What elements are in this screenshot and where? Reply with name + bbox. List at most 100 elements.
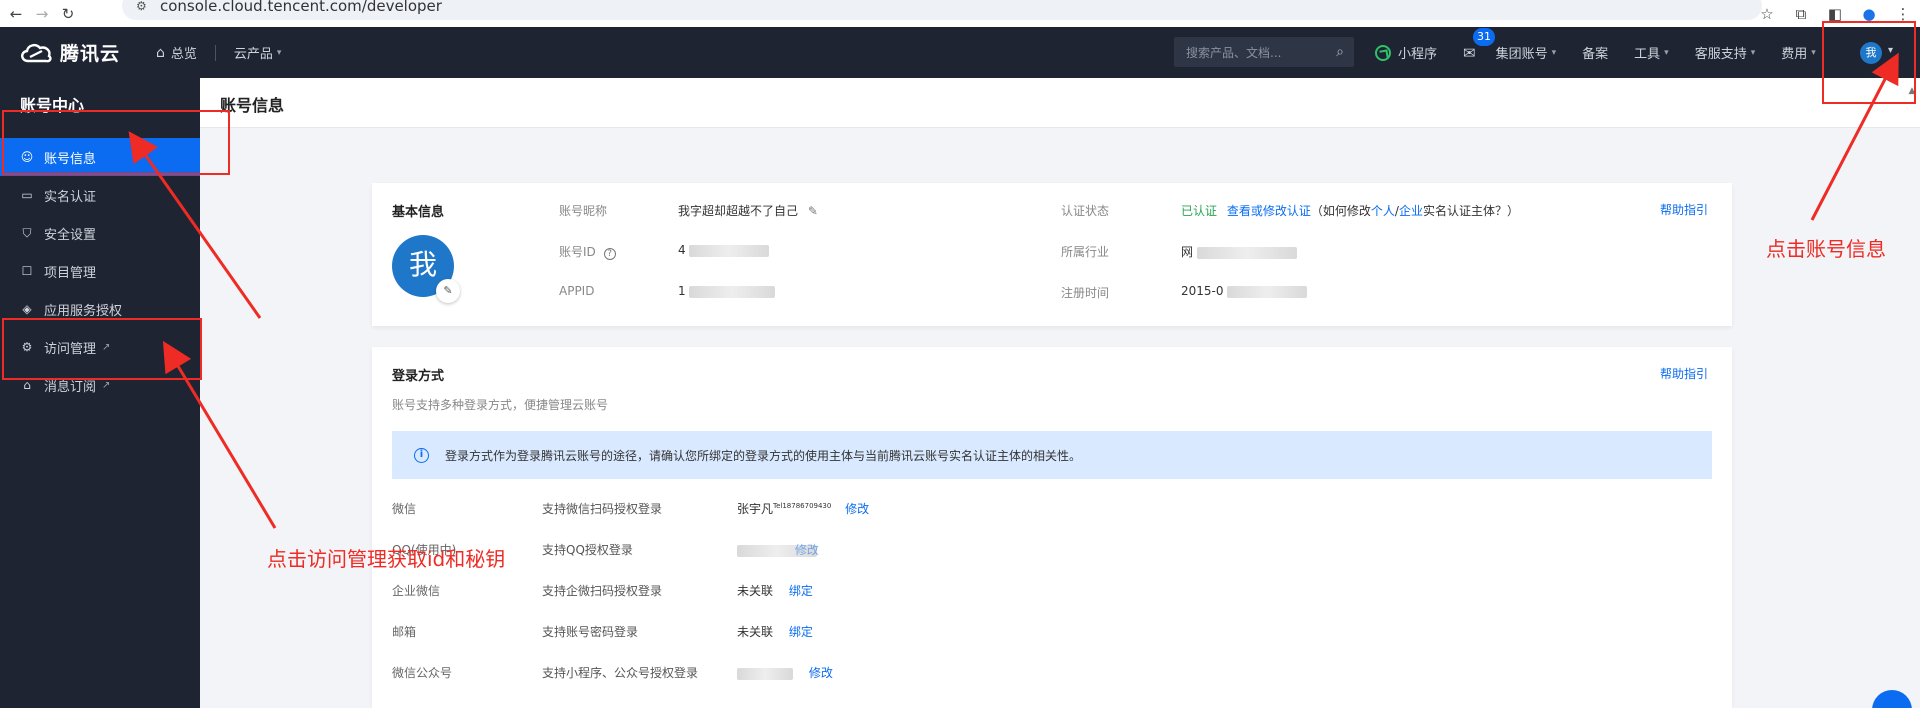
search-placeholder: 搜索产品、文档... bbox=[1186, 45, 1282, 60]
login-row-value: 修改 bbox=[737, 541, 819, 558]
chevron-down-icon: ▾ bbox=[1750, 47, 1756, 58]
auth-company-link[interactable]: 企业 bbox=[1399, 204, 1423, 218]
basic-info-help-link[interactable]: 帮助指引 bbox=[1660, 201, 1708, 218]
sidebar-item-label: 应用服务授权 bbox=[44, 303, 123, 319]
reload-icon[interactable]: ↻ bbox=[58, 4, 78, 24]
account-id-label: 账号ID ? bbox=[559, 243, 616, 260]
appid-value: 1 bbox=[678, 284, 776, 298]
browser-menu-icon[interactable]: ⋮ bbox=[1886, 5, 1920, 23]
mini-program-icon bbox=[1375, 44, 1391, 61]
sidebar-item-security[interactable]: ⛉ 安全设置 bbox=[0, 214, 200, 252]
brand-logo[interactable]: 腾讯云 bbox=[18, 39, 134, 66]
sidepanel-icon[interactable]: ◧ bbox=[1818, 5, 1852, 23]
chevron-down-icon: ▾ bbox=[1664, 47, 1669, 58]
login-methods-title: 登录方式 bbox=[392, 369, 445, 384]
login-notice-banner: i 登录方式作为登录腾讯云账号的途径，请确认您所绑定的登录方式的使用主体与当前腾… bbox=[392, 431, 1712, 479]
filing-label: 备案 bbox=[1582, 47, 1609, 62]
billing-menu[interactable]: 费用 ▾ bbox=[1781, 43, 1816, 62]
nickname-text: 我字超却超越不了自己 bbox=[678, 204, 799, 218]
billing-label: 费用 bbox=[1781, 47, 1808, 62]
cloud-logo-icon bbox=[21, 43, 52, 62]
search-icon[interactable]: ⌕ bbox=[1336, 44, 1344, 60]
mail-button[interactable]: ✉ 31 bbox=[1463, 27, 1496, 62]
appid-text: 1 bbox=[678, 284, 686, 298]
address-bar[interactable]: ⚙ console.cloud.tencent.com/developer bbox=[122, 0, 1762, 20]
bind-wework-link[interactable]: 绑定 bbox=[789, 584, 813, 598]
chevron-down-icon: ▾ bbox=[1551, 47, 1557, 58]
id-card-icon: ▭ bbox=[21, 188, 33, 202]
bind-email-link[interactable]: 绑定 bbox=[789, 625, 813, 639]
sidebar-item-label: 安全设置 bbox=[44, 227, 97, 243]
auth-hint-pre: （如何修改 bbox=[1310, 204, 1371, 218]
brand-name: 腾讯云 bbox=[60, 43, 121, 65]
auth-personal-link[interactable]: 个人 bbox=[1371, 204, 1395, 218]
login-row-value: 张宇凡Tel18786709430 修改 bbox=[737, 500, 869, 517]
console-header: 腾讯云 ⌂ 总览 云产品 ▾ 搜索产品、文档... ⌕ 小程序 ✉ 31 集团账… bbox=[0, 27, 1920, 78]
back-icon[interactable]: ← bbox=[6, 4, 26, 24]
wechat-name: 张宇凡 bbox=[737, 502, 774, 516]
login-help-link[interactable]: 帮助指引 bbox=[1660, 365, 1708, 382]
mini-program-link[interactable]: 小程序 bbox=[1375, 43, 1437, 62]
login-row-label: 微信公众号 bbox=[392, 666, 453, 680]
annotation-access-text: 点击访问管理获取id和秘钥 bbox=[267, 547, 506, 571]
filing-link[interactable]: 备案 bbox=[1582, 43, 1608, 62]
modify-official-account-link[interactable]: 修改 bbox=[809, 666, 833, 680]
sidebar-item-projects[interactable]: ☐ 项目管理 bbox=[0, 252, 200, 290]
chevron-down-icon: ▾ bbox=[1811, 47, 1816, 58]
profile-icon[interactable]: ● bbox=[1852, 5, 1886, 23]
basic-info-title: 基本信息 bbox=[392, 205, 445, 220]
tools-label: 工具 bbox=[1634, 47, 1661, 62]
extensions-icon[interactable]: ⧉ bbox=[1784, 5, 1818, 23]
annotation-account-info-text: 点击账号信息 bbox=[1766, 237, 1886, 261]
bookmark-star-icon[interactable]: ☆ bbox=[1750, 5, 1784, 23]
modify-wechat-link[interactable]: 修改 bbox=[845, 502, 869, 516]
nickname-value: 我字超却超越不了自己 ✎ bbox=[678, 202, 818, 219]
support-menu[interactable]: 客服支持 ▾ bbox=[1695, 43, 1756, 62]
email-status: 未关联 bbox=[737, 625, 774, 639]
auth-status-label: 认证状态 bbox=[1061, 204, 1110, 218]
wechat-tag: Tel18786709430 bbox=[773, 502, 832, 510]
login-row-label: 微信 bbox=[392, 502, 417, 516]
tools-menu[interactable]: 工具 ▾ bbox=[1634, 43, 1669, 62]
home-icon: ⌂ bbox=[156, 44, 165, 61]
mail-count-badge: 31 bbox=[1473, 27, 1496, 46]
layers-icon: ◈ bbox=[22, 302, 32, 316]
blurred-official-account bbox=[737, 667, 793, 680]
chat-support-button[interactable] bbox=[1872, 690, 1912, 708]
auth-hint-post: 实名认证主体？） bbox=[1422, 204, 1519, 218]
login-row-desc: 支持小程序、公众号授权登录 bbox=[542, 666, 699, 680]
help-circle-icon[interactable]: ? bbox=[603, 248, 616, 260]
sidebar-item-label: 项目管理 bbox=[44, 265, 97, 281]
site-settings-icon[interactable]: ⚙ bbox=[136, 0, 150, 13]
modify-qq-link[interactable]: 修改 bbox=[795, 543, 819, 557]
register-time-value: 2015-0 bbox=[1181, 284, 1308, 298]
modify-auth-link[interactable]: 查看或修改认证 bbox=[1227, 204, 1311, 218]
register-time-text: 2015-0 bbox=[1181, 284, 1224, 298]
search-input[interactable]: 搜索产品、文档... ⌕ bbox=[1174, 37, 1354, 67]
login-row-value: 未关联 绑定 bbox=[737, 582, 813, 599]
blurred-appid bbox=[689, 285, 776, 298]
account-id-label-text: 账号ID bbox=[559, 245, 596, 259]
annotation-box-avatar bbox=[1822, 21, 1916, 104]
blurred-account-id bbox=[689, 244, 770, 257]
login-row-label: 企业微信 bbox=[392, 584, 441, 598]
login-notice-text: 登录方式作为登录腾讯云账号的途径，请确认您所绑定的登录方式的使用主体与当前腾讯云… bbox=[445, 448, 1082, 463]
subscribe-icon: ⌂ bbox=[23, 378, 31, 392]
appid-label: APPID bbox=[559, 284, 595, 298]
wework-status: 未关联 bbox=[737, 584, 774, 598]
group-account-menu[interactable]: 集团账号 ▾ bbox=[1496, 43, 1557, 62]
industry-text: 网 bbox=[1181, 245, 1194, 259]
login-row-desc: 支持微信扫码授权登录 bbox=[542, 502, 663, 516]
forward-icon[interactable]: → bbox=[32, 4, 52, 24]
login-methods-subtitle: 账号支持多种登录方式，便捷管理云账号 bbox=[392, 398, 609, 412]
products-menu[interactable]: 云产品 ▾ bbox=[234, 43, 282, 62]
edit-nickname-icon[interactable]: ✎ bbox=[808, 204, 818, 218]
annotation-box-access-management bbox=[2, 318, 202, 380]
overview-link[interactable]: ⌂ 总览 bbox=[156, 43, 197, 63]
sidebar-item-real-name[interactable]: ▭ 实名认证 bbox=[0, 176, 200, 214]
url-text: console.cloud.tencent.com/developer bbox=[160, 0, 442, 15]
edit-avatar-icon[interactable]: ✎ bbox=[436, 279, 460, 303]
sidebar-item-label: 实名认证 bbox=[44, 189, 97, 205]
products-label: 云产品 bbox=[233, 47, 273, 62]
register-time-label: 注册时间 bbox=[1061, 286, 1110, 300]
